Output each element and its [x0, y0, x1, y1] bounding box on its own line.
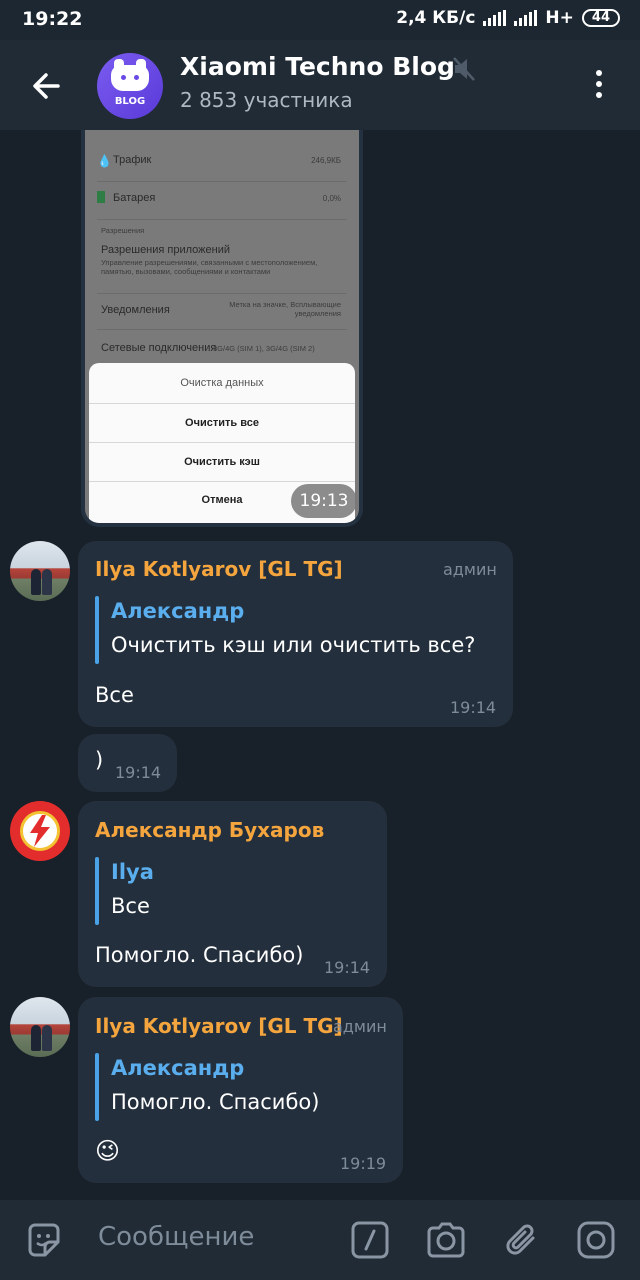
message-bubble[interactable]: Александр Бухаров Ilya Все Помогло. Спас…	[78, 801, 387, 987]
settings-row-network: Сетевые подключения 3G/4G (SIM 1), 3G/4G…	[101, 342, 315, 354]
lightning-icon	[30, 815, 50, 847]
message-text: Все	[95, 683, 134, 707]
back-arrow-icon[interactable]	[24, 64, 68, 108]
chat-header: BLOG Xiaomi Techno Blog 2 853 участника	[0, 40, 640, 130]
chat-title[interactable]: Xiaomi Techno Blog	[180, 52, 455, 81]
signal-icon	[483, 10, 507, 26]
message-text: Помогло. Спасибо)	[95, 943, 304, 967]
reply-text[interactable]: Все	[111, 894, 150, 918]
reply-author[interactable]: Александр	[111, 599, 244, 623]
reply-author[interactable]: Ilya	[111, 860, 154, 884]
message-text: )	[95, 748, 104, 772]
message-input[interactable]: Сообщение	[98, 1222, 254, 1252]
settings-row-traffic: 💧 Трафик 246,9КБ	[97, 150, 347, 182]
reply-author[interactable]: Александр	[111, 1056, 244, 1080]
battery-icon: 44	[581, 9, 620, 27]
media-message[interactable]: 💧 Трафик 246,9КБ Батарея 0,0% Разрешения…	[81, 130, 363, 527]
signal-roaming-icon	[514, 10, 538, 26]
message-time: 19:14	[115, 763, 162, 782]
status-indicators: 2,4 КБ/с H+ 44	[396, 8, 620, 28]
settings-row-battery: Батарея 0,0%	[97, 188, 347, 220]
sender-name[interactable]: Ilya Kotlyarov [GL TG]	[95, 1014, 343, 1038]
mute-icon	[452, 56, 476, 86]
channel-avatar[interactable]: BLOG	[97, 53, 163, 119]
more-vertical-icon[interactable]	[586, 66, 612, 106]
network-type: H+	[545, 8, 574, 28]
instagram-icon[interactable]	[576, 1220, 616, 1264]
emoji-wink: 😉	[95, 1137, 121, 1165]
screenshot-image: 💧 Трафик 246,9КБ Батарея 0,0% Разрешения…	[85, 130, 359, 523]
avatar[interactable]	[10, 801, 70, 861]
member-count: 2 853 участника	[180, 88, 353, 112]
avatar-text: BLOG	[114, 96, 146, 107]
reply-bar	[95, 596, 99, 664]
status-time: 19:22	[22, 8, 83, 30]
settings-section-label: Разрешения	[101, 226, 145, 235]
sender-name[interactable]: Александр Бухаров	[95, 818, 324, 842]
settings-row-notifications: Уведомления Метка на значке, Всплывающие…	[97, 296, 347, 330]
reply-bar	[95, 857, 99, 925]
reply-text[interactable]: Помогло. Спасибо)	[111, 1090, 319, 1114]
message-time: 19:13	[291, 484, 357, 518]
message-time: 19:14	[450, 698, 497, 717]
admin-badge: админ	[333, 1017, 387, 1036]
reply-bar	[95, 1053, 99, 1121]
sticker-icon[interactable]	[24, 1220, 64, 1264]
avatar[interactable]	[10, 997, 70, 1057]
admin-badge: админ	[443, 560, 497, 579]
bot-command-icon[interactable]	[350, 1220, 390, 1264]
message-bubble[interactable]: Ilya Kotlyarov [GL TG] админ Александр П…	[78, 997, 403, 1183]
message-composer: Сообщение	[0, 1200, 640, 1280]
message-time: 19:14	[324, 958, 371, 977]
avatar[interactable]	[10, 541, 70, 601]
sender-name[interactable]: Ilya Kotlyarov [GL TG]	[95, 557, 343, 581]
attach-icon[interactable]	[503, 1220, 543, 1264]
message-bubble[interactable]: ) 19:14	[78, 734, 177, 792]
reply-text[interactable]: Очистить кэш или очистить все?	[111, 633, 475, 657]
message-bubble[interactable]: Ilya Kotlyarov [GL TG] админ Александр О…	[78, 541, 513, 727]
settings-row-permissions: Разрешения приложений Управление разреше…	[97, 242, 347, 294]
camera-icon[interactable]	[425, 1220, 467, 1264]
status-bar: 19:22 2,4 КБ/с H+ 44	[0, 0, 640, 40]
message-time: 19:19	[340, 1154, 387, 1173]
network-speed: 2,4 КБ/с	[396, 8, 476, 28]
